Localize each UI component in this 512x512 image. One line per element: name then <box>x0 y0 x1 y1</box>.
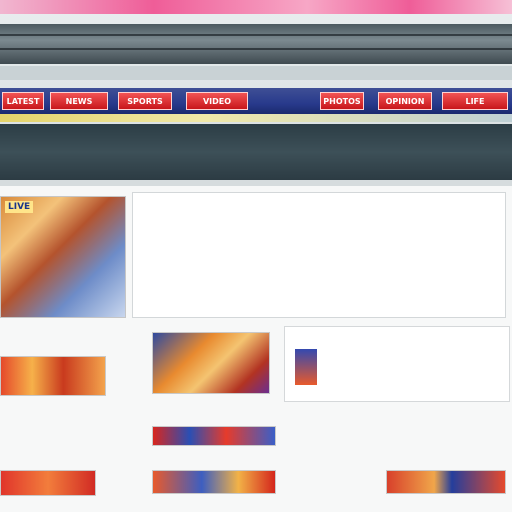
image-caption: LIVE <box>5 201 34 213</box>
nav-tab-news[interactable]: NEWS <box>50 92 108 110</box>
nav-tab-sports[interactable]: SPORTS <box>118 92 172 110</box>
content-row <box>0 322 512 404</box>
story-card[interactable] <box>284 326 510 402</box>
story-thumbnail[interactable] <box>152 332 270 394</box>
nav-tab-life[interactable]: LIFE <box>442 92 508 110</box>
browser-window: LATEST NEWS SPORTS VIDEO PHOTOS OPINION … <box>0 0 512 512</box>
hero-article-text <box>132 192 506 318</box>
toolbar <box>0 24 512 64</box>
nav-tab-latest[interactable]: LATEST <box>2 92 44 110</box>
title-bar <box>0 0 512 14</box>
nav-tab-photos[interactable]: PHOTOS <box>320 92 364 110</box>
address-bar[interactable] <box>0 66 512 80</box>
story-thumbnail <box>295 349 317 385</box>
nav-tab-opinion[interactable]: OPINION <box>378 92 432 110</box>
story-thumbnail[interactable] <box>0 356 106 396</box>
hero-image[interactable]: LIVE <box>0 196 126 318</box>
image-strip[interactable] <box>386 470 506 494</box>
browser-chrome: LATEST NEWS SPORTS VIDEO PHOTOS OPINION … <box>0 0 512 186</box>
main-navigation: LATEST NEWS SPORTS VIDEO PHOTOS OPINION … <box>0 88 512 114</box>
nav-tab-video[interactable]: VIDEO <box>186 92 248 110</box>
image-strip[interactable] <box>152 426 276 446</box>
toolbar-divider <box>0 34 512 36</box>
story-thumbnail[interactable] <box>0 470 96 496</box>
content-row <box>0 408 512 512</box>
image-strip[interactable] <box>152 470 276 494</box>
accent-strip <box>0 114 512 122</box>
secondary-navigation <box>0 124 512 180</box>
toolbar-divider <box>0 48 512 50</box>
